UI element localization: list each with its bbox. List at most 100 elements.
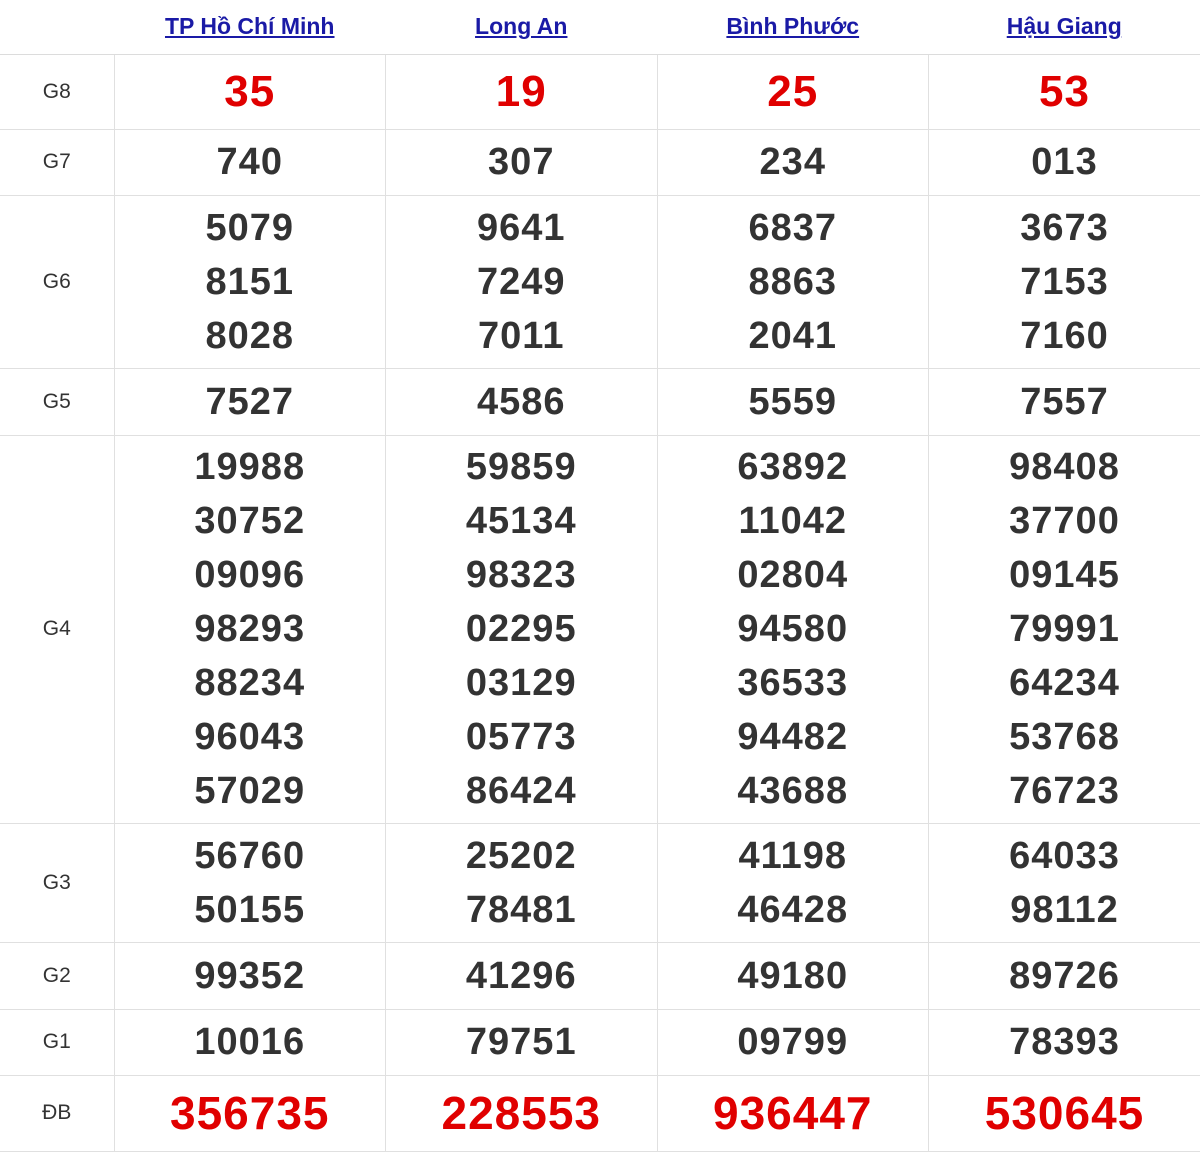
prize-number: 88234 [194, 662, 306, 704]
prize-cell: 234 [656, 128, 929, 196]
prize-number: 11042 [738, 500, 848, 542]
prize-number: 94580 [737, 608, 849, 650]
province-link-hau-giang[interactable]: Hậu Giang [1007, 13, 1122, 39]
header-corner [0, 0, 114, 55]
prize-number: 63892 [737, 446, 849, 488]
prize-number: 99352 [194, 954, 306, 997]
prize-number: 79751 [465, 1021, 577, 1063]
prize-cell: 9641 7249 7011 [385, 194, 658, 369]
prize-number: 10016 [194, 1021, 306, 1063]
prize-number: 98112 [1010, 888, 1119, 931]
prize-cell: 41198 46428 [656, 822, 929, 943]
prize-number: 46428 [737, 888, 849, 931]
prize-number: 41296 [465, 954, 577, 997]
prize-cell: 3673 7153 7160 [928, 194, 1200, 369]
prize-label: ĐB [0, 1074, 115, 1152]
prize-number: 98323 [465, 554, 577, 596]
prize-number: 530645 [984, 1087, 1145, 1139]
prize-number: 53768 [1009, 716, 1120, 758]
prize-row: G3 56760 50155 25202 78481 41198 46428 64033 981… [0, 822, 1200, 943]
prize-cell: 356735 [113, 1074, 386, 1152]
prize-cell: 59859 45134 98323 02295 03129 05773 86424 [385, 434, 658, 824]
prize-number: 96043 [194, 716, 306, 758]
prize-cell: 740 [113, 128, 386, 196]
prize-number: 25202 [465, 834, 577, 877]
prize-label: G1 [0, 1008, 115, 1076]
prize-number: 25 [767, 66, 819, 116]
prize-number: 50155 [194, 888, 306, 931]
prize-number: 7527 [205, 380, 295, 423]
prize-number: 234 [759, 141, 826, 183]
prize-label: G5 [0, 367, 115, 436]
prize-number: 5079 [205, 206, 295, 249]
prize-number: 356735 [170, 1087, 330, 1139]
prize-cell: 6837 8863 2041 [656, 194, 929, 369]
prize-number: 7011 [478, 314, 565, 357]
province-link-binh-phuoc[interactable]: Bình Phước [726, 13, 859, 39]
province-header: TP Hồ Chí Minh [114, 0, 386, 55]
prize-number: 37700 [1009, 500, 1120, 542]
prize-cell: 307 [385, 128, 658, 196]
prize-label: G8 [0, 53, 115, 130]
prize-number: 7557 [1020, 380, 1109, 423]
prize-cell: 7527 [113, 367, 386, 436]
prize-row: G5 7527 4586 5559 7557 [0, 367, 1200, 436]
prize-number: 79991 [1009, 608, 1120, 650]
prize-cell: 64033 98112 [928, 822, 1200, 943]
prize-number: 35 [224, 66, 276, 116]
prize-number: 78481 [465, 888, 577, 931]
prize-label: G4 [0, 434, 115, 824]
province-header: Long An [385, 0, 657, 55]
prize-number: 09096 [194, 554, 306, 596]
prize-cell: 530645 [928, 1074, 1200, 1152]
prize-number: 59859 [465, 446, 577, 488]
prize-number: 56760 [194, 834, 306, 877]
prize-number: 09799 [737, 1021, 849, 1063]
prize-number: 98408 [1009, 446, 1120, 488]
prize-number: 03129 [465, 662, 577, 704]
prize-number: 4586 [476, 380, 566, 423]
prize-number: 7249 [476, 260, 566, 303]
prize-number: 53 [1039, 66, 1090, 116]
prize-cell: 79751 [385, 1008, 658, 1076]
prize-number: 2041 [748, 314, 838, 357]
prize-number: 09145 [1009, 554, 1120, 596]
prize-number: 7153 [1020, 260, 1109, 303]
province-link-long-an[interactable]: Long An [475, 13, 567, 39]
prize-cell: 56760 50155 [113, 822, 386, 943]
prize-number: 64033 [1009, 834, 1120, 877]
prize-number: 57029 [194, 770, 306, 812]
prize-cell: 4586 [385, 367, 658, 436]
prize-number: 6837 [748, 206, 838, 249]
province-link-tp-ho-chi-minh[interactable]: TP Hồ Chí Minh [165, 13, 335, 39]
prize-number: 43688 [737, 770, 849, 812]
prize-number: 7160 [1020, 314, 1109, 357]
prize-cell: 19 [385, 53, 658, 130]
prize-number: 02295 [465, 608, 577, 650]
prize-number: 013 [1031, 141, 1098, 183]
prize-row: G2 99352 41296 49180 89726 [0, 941, 1200, 1010]
prize-row: ĐB 356735 228553 936447 530645 [0, 1074, 1200, 1152]
prize-number: 8863 [748, 260, 838, 303]
prize-cell: 49180 [656, 941, 929, 1010]
prize-label: G6 [0, 194, 115, 369]
prize-rows: G8 35 19 25 53 G7 740 307 234 013 G6 5079 8151 8028 96… [0, 53, 1200, 1152]
prize-number: 307 [488, 141, 555, 183]
prize-cell: 98408 37700 09145 79991 64234 53768 76723 [928, 434, 1200, 824]
prize-label: G2 [0, 941, 115, 1010]
prize-cell: 99352 [113, 941, 386, 1010]
prize-number: 49180 [737, 954, 849, 997]
prize-number: 30752 [194, 500, 306, 542]
prize-number: 05773 [465, 716, 577, 758]
prize-cell: 936447 [656, 1074, 929, 1152]
prize-cell: 78393 [928, 1008, 1200, 1076]
prize-cell: 5079 8151 8028 [113, 194, 386, 369]
prize-label: G3 [0, 822, 115, 943]
prize-cell: 89726 [928, 941, 1200, 1010]
prize-cell: 013 [928, 128, 1200, 196]
prize-label: G7 [0, 128, 115, 196]
prize-number: 02804 [737, 554, 849, 596]
prize-number: 8028 [205, 314, 295, 357]
prize-row: G1 10016 79751 09799 78393 [0, 1008, 1200, 1076]
prize-number: 19 [495, 66, 547, 116]
